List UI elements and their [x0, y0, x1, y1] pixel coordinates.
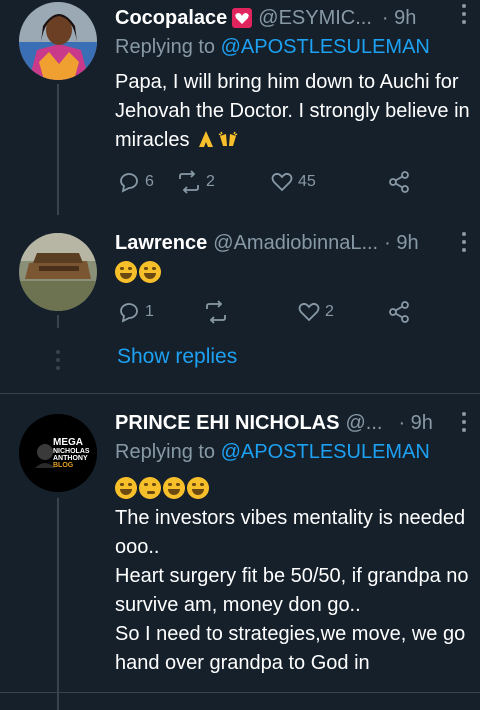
- avatar[interactable]: [19, 233, 97, 311]
- thread-line: [57, 315, 59, 328]
- bottom-divider: [0, 692, 480, 693]
- share-button[interactable]: [387, 300, 411, 324]
- timestamp[interactable]: · 9h: [384, 232, 418, 255]
- replying-to: Replying to @APOSTLESULEMAN: [115, 441, 430, 464]
- avatar[interactable]: MEGA NICHOLAS ANTHONY BLOG: [19, 414, 97, 492]
- tweet-text-content: Papa, I will bring him down to Auchi for…: [115, 71, 470, 151]
- divider: [0, 393, 480, 394]
- avatar-logo-line: MEGA: [53, 437, 83, 448]
- heart-icon: [271, 172, 293, 192]
- mention-link[interactable]: @APOSTLESULEMAN: [221, 441, 430, 463]
- rofl-emoji: [163, 477, 185, 499]
- author-handle[interactable]: @AmadiobinnaL...: [213, 232, 378, 255]
- share-icon: [389, 171, 409, 193]
- thinking-emoji: [139, 477, 161, 499]
- rofl-emoji: [115, 261, 137, 283]
- tweet-line: So I need to strategies,we move, we go h…: [115, 623, 466, 674]
- replying-to: Replying to @APOSTLESULEMAN: [115, 36, 430, 59]
- author-handle[interactable]: @ESYMIC...: [258, 7, 372, 30]
- like-count: 2: [325, 303, 334, 320]
- reply-count: 1: [145, 303, 154, 320]
- heart-badge-icon: [232, 8, 253, 28]
- emoji-row: [115, 475, 470, 504]
- replying-prefix: Replying to: [115, 441, 216, 463]
- more-options-icon[interactable]: [462, 4, 466, 28]
- tweet-text: [115, 259, 470, 288]
- author-handle[interactable]: @...: [345, 412, 382, 435]
- retweet-icon: [179, 170, 199, 194]
- avatar-logo-line: ANTHONY: [53, 455, 88, 462]
- thread-line: [57, 84, 59, 215]
- like-button[interactable]: 2: [297, 300, 334, 324]
- show-replies-link[interactable]: Show replies: [117, 345, 237, 369]
- retweet-count: 2: [206, 173, 215, 190]
- more-options-icon[interactable]: [462, 412, 466, 436]
- timestamp[interactable]: · 9h: [398, 412, 432, 435]
- heart-icon: [298, 302, 320, 322]
- tweet-text: The investors vibes mentality is needed …: [115, 475, 470, 710]
- retweet-button[interactable]: 2: [176, 170, 215, 194]
- reply-button[interactable]: 1: [117, 300, 154, 324]
- thread-line: [57, 498, 59, 710]
- replying-prefix: Replying to: [115, 36, 216, 58]
- like-count: 45: [298, 173, 316, 190]
- folded-hands-emoji: [199, 131, 214, 147]
- reply-button[interactable]: 6: [117, 170, 154, 194]
- retweet-button[interactable]: [203, 300, 233, 324]
- avatar-logo-text: MEGA NICHOLAS ANTHONY BLOG: [53, 437, 93, 470]
- reply-icon: [120, 303, 138, 323]
- retweet-icon: [206, 300, 226, 324]
- share-button[interactable]: [387, 170, 411, 194]
- thread-continuation-dots: [56, 350, 60, 374]
- avatar-logo-line: NICHOLAS: [53, 448, 90, 455]
- author-name[interactable]: Lawrence: [115, 232, 207, 255]
- tweet-3[interactable]: MEGA NICHOLAS ANTHONY BLOG PRINCE EHI NI…: [0, 408, 480, 710]
- more-options-icon[interactable]: [462, 232, 466, 256]
- tweet-line: Heart surgery fit be 50/50, if grandpa n…: [115, 565, 469, 616]
- mention-link[interactable]: @APOSTLESULEMAN: [221, 36, 430, 58]
- tweet-1[interactable]: Cocopalace @ESYMIC... · 9h Replying to @…: [0, 0, 480, 215]
- reply-icon: [120, 173, 138, 193]
- like-button[interactable]: 45: [270, 170, 316, 194]
- tweet-text: Papa, I will bring him down to Auchi for…: [115, 68, 470, 155]
- share-icon: [389, 301, 409, 323]
- avatar[interactable]: [19, 2, 97, 80]
- author-name[interactable]: PRINCE EHI NICHOLAS: [115, 412, 339, 435]
- tweet-line: The investors vibes mentality is needed …: [115, 507, 466, 558]
- rofl-emoji: [187, 477, 209, 499]
- avatar-logo-line: BLOG: [53, 462, 74, 469]
- reply-count: 6: [145, 173, 154, 190]
- rofl-emoji: [139, 261, 161, 283]
- tweet-2[interactable]: Lawrence @AmadiobinnaL... · 9h 1 2: [0, 228, 480, 328]
- timestamp[interactable]: · 9h: [382, 7, 416, 30]
- raising-hands-emoji: [218, 131, 238, 146]
- author-name[interactable]: Cocopalace: [115, 7, 227, 30]
- rofl-emoji: [115, 477, 137, 499]
